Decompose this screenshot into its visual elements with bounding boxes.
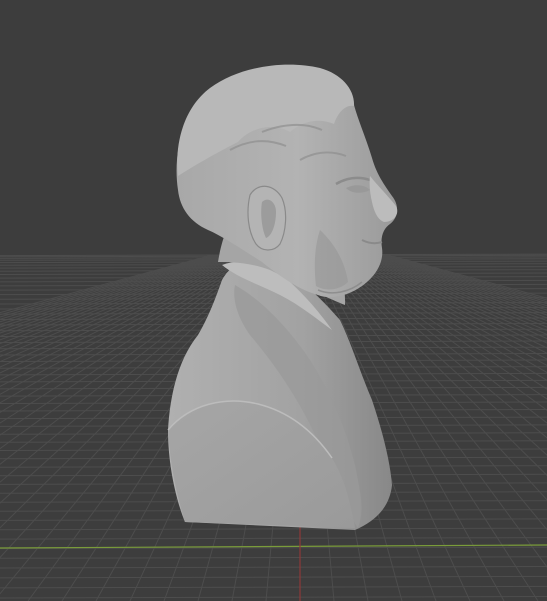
grid-line-depth: [357, 254, 547, 335]
grid-line-horizontal: [0, 556, 547, 559]
grid-line-horizontal: [0, 596, 547, 599]
grid-line-horizontal: [0, 585, 547, 589]
3d-viewport[interactable]: [0, 0, 547, 601]
grid-line-horizontal: [0, 575, 547, 579]
grid-line-horizontal: [0, 566, 547, 569]
grid-line-horizontal: [0, 537, 547, 540]
grid-line-depth: [368, 254, 547, 319]
grid-line-depth: [365, 254, 547, 322]
viewport-canvas[interactable]: [0, 0, 547, 601]
